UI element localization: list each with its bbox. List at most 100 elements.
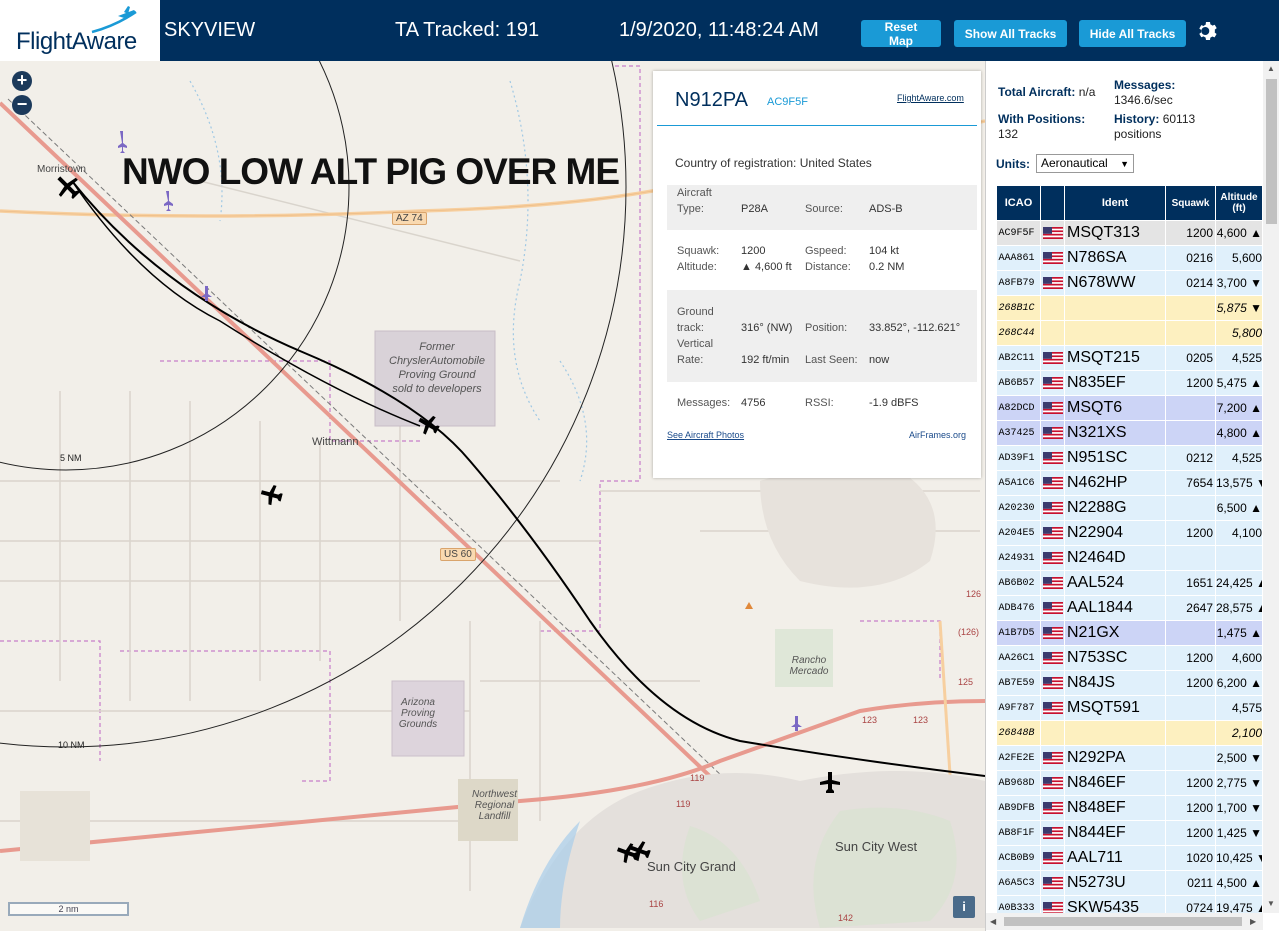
scroll-left-icon[interactable]: ◀ xyxy=(990,917,996,926)
horizontal-scrollbar[interactable]: ◀ ▶ xyxy=(986,913,1263,930)
table-row[interactable]: 268C44 5,800 xyxy=(996,320,1262,346)
icao-cell: A2FE2E xyxy=(996,745,1041,771)
scroll-right-icon[interactable]: ▶ xyxy=(1250,917,1256,926)
icao-cell: 268C44 xyxy=(996,320,1041,346)
ground-track-label-1: Ground xyxy=(677,306,714,318)
altitude-cell: 4,525 xyxy=(1215,345,1262,371)
label-123a: 123 xyxy=(862,715,878,725)
icao-cell: A24931 xyxy=(996,545,1041,571)
table-row[interactable]: 26848B 2,100 xyxy=(996,720,1262,746)
map-info-button[interactable]: i xyxy=(953,896,975,918)
table-row[interactable]: ACB0B9 AAL711102010,425 ▼ xyxy=(996,845,1262,871)
col-altitude[interactable]: Altitude (ft) xyxy=(1215,185,1262,221)
label-116: 116 xyxy=(649,899,664,909)
table-row[interactable]: AB7E59 N84JS 1200 6,200 ▲ xyxy=(996,670,1262,696)
table-row[interactable]: AB968D N846EF 1200 2,775 ▼ xyxy=(996,770,1262,796)
table-row[interactable]: AAA861 N786SA 0216 5,600 xyxy=(996,245,1262,271)
show-all-tracks-button[interactable]: Show All Tracks xyxy=(954,20,1067,47)
squawk-cell: 1200 xyxy=(1165,645,1216,671)
table-row[interactable]: A1B7D5 N21GX 1,475 ▲ xyxy=(996,620,1262,646)
flag-cell xyxy=(1040,470,1065,496)
us-flag-icon xyxy=(1043,802,1063,815)
hide-all-tracks-button[interactable]: Hide All Tracks xyxy=(1079,20,1186,47)
zoom-out-button[interactable]: − xyxy=(12,95,32,115)
scroll-up-icon[interactable]: ▲ xyxy=(1267,64,1275,73)
squawk-cell: 1200 xyxy=(1165,670,1216,696)
flag-cell xyxy=(1040,720,1065,746)
ident-cell: N2464D xyxy=(1064,545,1166,571)
table-row[interactable]: AB9DFB N848EF 1200 1,700 ▼ xyxy=(996,795,1262,821)
zoom-in-button[interactable]: + xyxy=(12,71,32,91)
table-row[interactable]: AB6B57 N835EF 1200 5,475 ▲ xyxy=(996,370,1262,396)
ground-track-label-2: track: xyxy=(677,322,704,334)
last-seen-value: now xyxy=(869,354,890,366)
popup-flightaware-link[interactable]: FlightAware.com xyxy=(897,93,964,103)
ring-label-5nm: 5 NM xyxy=(60,453,82,463)
table-row[interactable]: A37425 N321XS 4,800 ▲ xyxy=(996,420,1262,446)
aircraft-type-value: P28A xyxy=(741,203,768,215)
icao-cell: A1B7D5 xyxy=(996,620,1041,646)
scroll-down-icon[interactable]: ▼ xyxy=(1267,899,1275,908)
source-label: Source: xyxy=(805,203,843,215)
vertical-scroll-thumb[interactable] xyxy=(1266,79,1277,224)
squawk-cell: 7654 xyxy=(1165,470,1216,496)
ident-cell: N5273U xyxy=(1064,870,1166,896)
table-row[interactable]: A82DCD MSQT6 7,200 ▲ xyxy=(996,395,1262,421)
ident-cell: N835EF xyxy=(1064,370,1166,396)
vertical-scrollbar[interactable]: ▲ ▼ xyxy=(1263,61,1279,913)
flag-cell xyxy=(1040,745,1065,771)
table-row[interactable]: A5A1C6 N462HP765413,575 ▼ xyxy=(996,470,1262,496)
table-row[interactable]: AB6B02 AAL524165124,425 ▲ xyxy=(996,570,1262,596)
altitude-cell: 3,700 ▼ xyxy=(1215,270,1262,296)
popup-hex-code[interactable]: AC9F5F xyxy=(767,96,808,108)
table-row[interactable]: A9F787 MSQT591 4,575 xyxy=(996,695,1262,721)
us-flag-icon xyxy=(1043,777,1063,790)
see-aircraft-photos-link[interactable]: See Aircraft Photos xyxy=(667,430,744,440)
col-ident[interactable]: Ident xyxy=(1064,185,1166,221)
table-row[interactable]: ADB476 AAL1844264728,575 ▲ xyxy=(996,595,1262,621)
col-squawk[interactable]: Squawk xyxy=(1165,185,1216,221)
table-row[interactable]: AB2C11 MSQT215 0205 4,525 xyxy=(996,345,1262,371)
flag-cell xyxy=(1040,645,1065,671)
table-row[interactable]: A2FE2E N292PA 2,500 ▼ xyxy=(996,745,1262,771)
label-126a: 126 xyxy=(966,589,982,599)
us-flag-icon xyxy=(1043,877,1063,890)
stat-with-positions: With Positions: xyxy=(998,112,1085,126)
source-value: ADS-B xyxy=(869,203,903,215)
ident-cell xyxy=(1064,295,1166,321)
ident-cell: N321XS xyxy=(1064,420,1166,446)
units-select[interactable]: Aeronautical ▼ xyxy=(1036,154,1134,173)
horizontal-scroll-thumb[interactable] xyxy=(1004,917,1242,926)
settings-gear-icon[interactable] xyxy=(1196,19,1220,43)
altitude-cell xyxy=(1215,545,1262,571)
icao-cell: A82DCD xyxy=(996,395,1041,421)
reset-map-button[interactable]: Reset Map xyxy=(861,20,941,48)
us-flag-icon xyxy=(1043,677,1063,690)
table-row[interactable]: AD39F1 N951SC 0212 4,525 xyxy=(996,445,1262,471)
table-row[interactable]: A6A5C3 N5273U 0211 4,500 ▲ xyxy=(996,870,1262,896)
table-row[interactable]: AC9F5F MSQT313 1200 4,600 ▲ xyxy=(996,220,1262,246)
table-row[interactable]: A204E5 N22904 1200 4,100 xyxy=(996,520,1262,546)
ground-track-value: 316° (NW) xyxy=(741,322,793,334)
col-icao[interactable]: ICAO xyxy=(996,185,1041,221)
ring-label-10nm: 10 NM xyxy=(58,740,85,750)
us-flag-icon xyxy=(1043,252,1063,265)
us-flag-icon xyxy=(1043,377,1063,390)
table-row[interactable]: A8FB79 N678WW 0214 3,700 ▼ xyxy=(996,270,1262,296)
squawk-cell xyxy=(1165,320,1216,346)
airframes-link[interactable]: AirFrames.org xyxy=(909,430,966,440)
icao-cell: 268B1C xyxy=(996,295,1041,321)
aircraft-table-container[interactable]: ICAO Ident Squawk Altitude (ft) AC9F5F MS… xyxy=(996,185,1262,915)
table-row[interactable]: 268B1C 5,875 ▼ xyxy=(996,295,1262,321)
us-flag-icon xyxy=(1043,602,1063,615)
col-flag[interactable] xyxy=(1040,185,1065,221)
stat-total-aircraft: Total Aircraft: n/a xyxy=(998,85,1095,99)
altitude-cell: 5,600 xyxy=(1215,245,1262,271)
table-row[interactable]: AB8F1F N844EF 1200 1,425 ▼ xyxy=(996,820,1262,846)
us-flag-icon xyxy=(1043,827,1063,840)
map-label-sun-city-grand: Sun City Grand xyxy=(647,859,736,874)
table-row[interactable]: A24931 N2464D xyxy=(996,545,1262,571)
table-row[interactable]: A20230 N2288G 6,500 ▲ xyxy=(996,495,1262,521)
flightaware-logo[interactable]: FlightAware xyxy=(0,0,160,61)
table-row[interactable]: AA26C1 N753SC 1200 4,600 xyxy=(996,645,1262,671)
